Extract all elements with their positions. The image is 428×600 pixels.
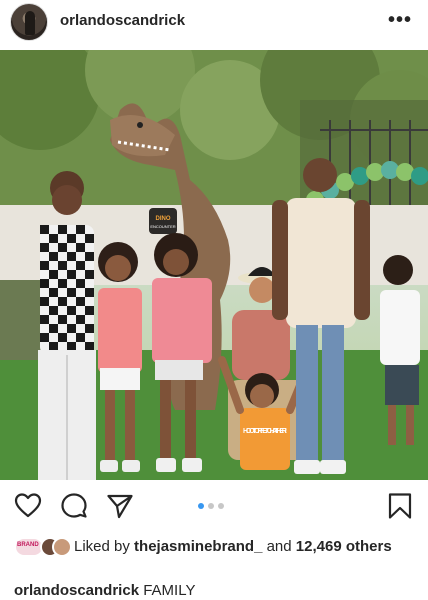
likes-prefix: Liked by <box>74 538 130 555</box>
liker-avatar[interactable] <box>52 537 72 557</box>
likes-suffix[interactable]: others <box>346 538 392 555</box>
post-photo[interactable]: DINO ENCOUNTER HOOT OR FETCH ATHER! <box>0 50 428 480</box>
likes-connector: and <box>266 538 292 555</box>
likes-text: Liked by thejasminebrand_ and 12,469 oth… <box>74 537 404 556</box>
paper-plane-icon[interactable] <box>106 492 134 520</box>
caption-username[interactable]: orlandoscandrick <box>14 582 139 599</box>
comment-icon[interactable] <box>60 492 88 520</box>
carousel-dot <box>208 503 214 509</box>
sign-text-1: DINO <box>156 216 171 222</box>
caption-text: FAMILY <box>143 582 196 599</box>
ellipsis-icon[interactable]: ••• <box>388 9 412 32</box>
heart-icon[interactable] <box>14 492 42 520</box>
carousel-dot-active <box>198 503 204 509</box>
carousel-indicator <box>198 503 224 509</box>
carousel-dot <box>218 503 224 509</box>
liker-username[interactable]: thejasminebrand_ <box>134 538 262 555</box>
post-header: orlandoscandrick ••• <box>0 0 428 44</box>
avatar[interactable] <box>10 3 48 41</box>
liker-avatars: BRAND <box>14 537 72 557</box>
brand-avatar-label: BRAND <box>17 542 39 548</box>
post-username[interactable]: orlandoscandrick <box>60 12 185 29</box>
caption: orlandoscandrick FAMILY <box>14 582 195 599</box>
shirt-text: HOOT OR FETCH ATHER! <box>243 428 287 435</box>
likes-count[interactable]: 12,469 <box>296 538 342 555</box>
sign-text-2: ENCOUNTER <box>150 224 175 229</box>
bookmark-icon[interactable] <box>386 492 414 520</box>
